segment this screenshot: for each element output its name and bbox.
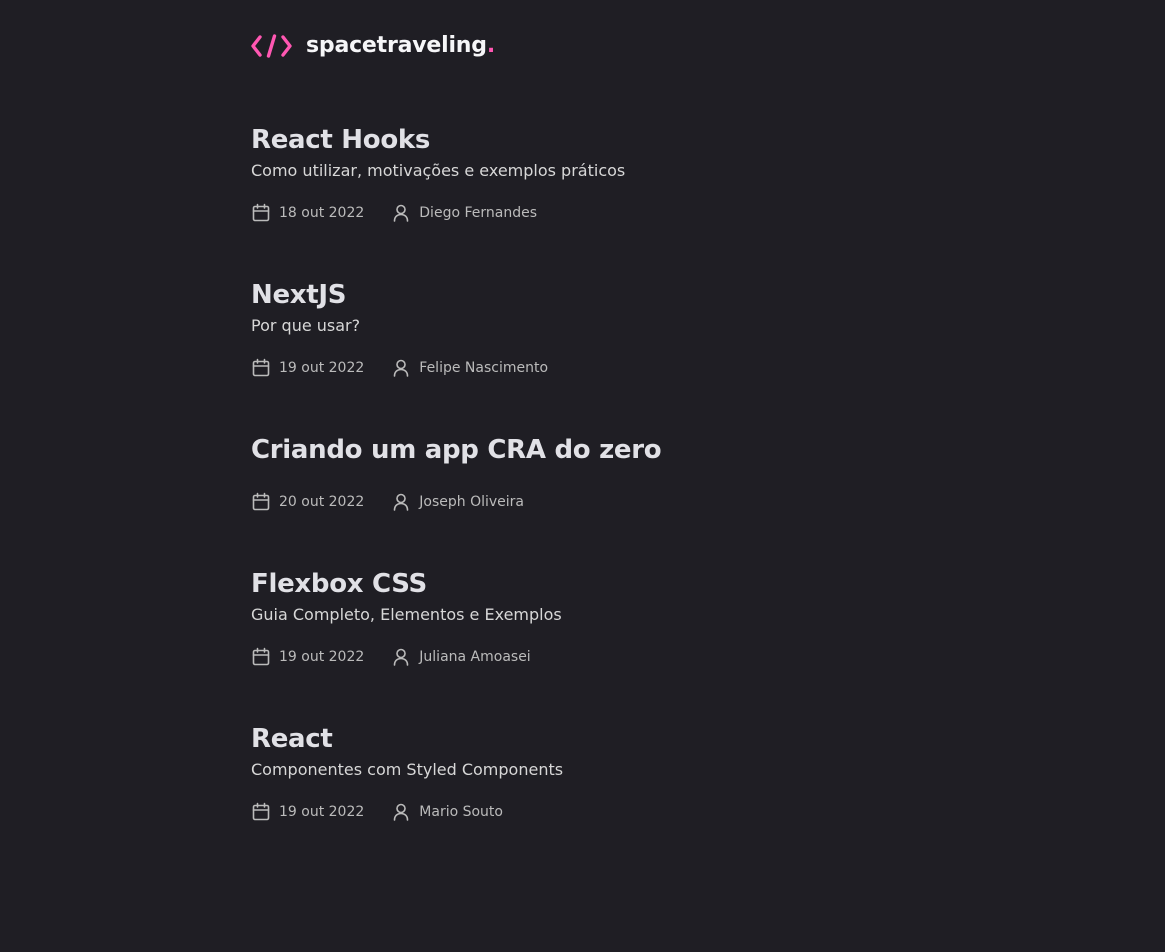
calendar-icon [252,802,270,821]
logo-text: spacetraveling. [306,31,495,61]
post-subtitle: Como utilizar, motivações e exemplos prá… [251,161,626,180]
post-list: React Hooks Como utilizar, motivações e … [251,122,951,876]
post-date: 19 out 2022 [251,647,364,667]
user-icon [393,359,409,377]
post-author-name: Joseph Oliveira [419,494,525,510]
post-author: Felipe Nascimento [391,358,548,378]
post-meta: 19 out 2022 Juliana Amoasei [251,647,951,667]
post-subtitle: Guia Completo, Elementos e Exemplos [251,605,562,624]
post-meta: 19 out 2022 Mario Souto [251,802,951,822]
post-title[interactable]: Criando um app CRA do zero [251,432,951,468]
post-item[interactable]: NextJS Por que usar? 19 out 2022 Felipe … [251,277,951,432]
user-icon [393,493,409,511]
calendar-icon [252,492,270,511]
calendar-icon [252,358,270,377]
post-title[interactable]: React [251,721,951,757]
post-item[interactable]: Criando um app CRA do zero 20 out 2022 J… [251,432,951,566]
post-author-name: Felipe Nascimento [419,360,549,376]
post-subtitle: Componentes com Styled Components [251,760,564,779]
post-author: Mario Souto [391,802,503,822]
logo-link[interactable]: spacetraveling. [251,31,495,61]
user-icon [393,204,409,222]
post-author: Juliana Amoasei [391,647,531,667]
post-author-name: Mario Souto [419,804,503,820]
post-date: 18 out 2022 [251,203,364,223]
post-date-text: 18 out 2022 [279,205,365,221]
code-brackets-icon [251,34,292,58]
post-author: Joseph Oliveira [391,492,524,512]
post-author: Diego Fernandes [391,203,537,223]
post-title[interactable]: React Hooks [251,122,951,158]
post-date: 19 out 2022 [251,802,364,822]
post-subtitle [251,469,951,472]
post-title[interactable]: Flexbox CSS [251,566,951,602]
post-meta: 20 out 2022 Joseph Oliveira [251,492,951,512]
post-item[interactable]: React Componentes com Styled Components … [251,721,951,876]
calendar-icon [252,647,270,666]
logo-name: spacetraveling [306,33,487,58]
calendar-icon [252,203,270,222]
logo-dot: . [486,33,495,58]
user-icon [393,803,409,821]
post-author-name: Juliana Amoasei [419,649,531,665]
post-author-name: Diego Fernandes [419,205,537,221]
post-date: 19 out 2022 [251,358,364,378]
post-item[interactable]: React Hooks Como utilizar, motivações e … [251,122,951,277]
post-title[interactable]: NextJS [251,277,951,313]
post-date-text: 19 out 2022 [279,804,365,820]
post-meta: 19 out 2022 Felipe Nascimento [251,358,951,378]
post-subtitle: Por que usar? [251,316,361,335]
post-meta: 18 out 2022 Diego Fernandes [251,203,951,223]
post-date: 20 out 2022 [251,492,364,512]
post-date-text: 19 out 2022 [279,649,365,665]
user-icon [393,648,409,666]
post-date-text: 19 out 2022 [279,360,365,376]
post-item[interactable]: Flexbox CSS Guia Completo, Elementos e E… [251,566,951,721]
post-date-text: 20 out 2022 [279,494,365,510]
